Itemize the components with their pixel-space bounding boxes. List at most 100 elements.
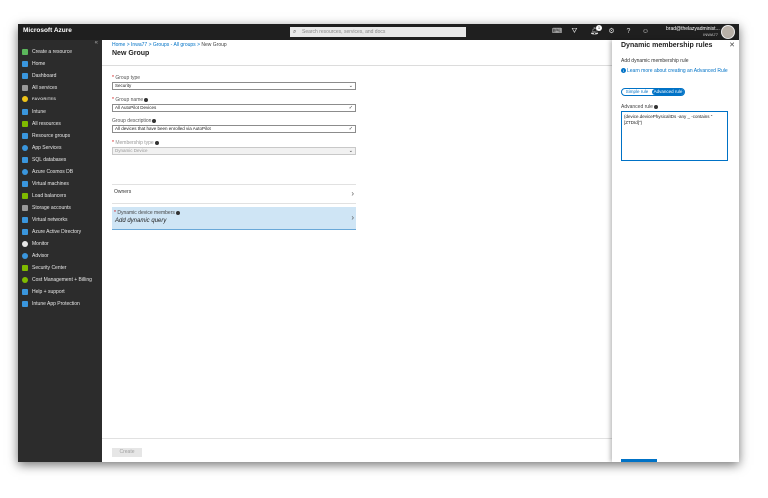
advanced-rule-option[interactable]: Advanced rule [652, 89, 684, 95]
breadcrumb-groups[interactable]: Groups - All groups [153, 42, 196, 48]
membership-type-select: Dynamic Device ⌄ [112, 147, 356, 155]
search-icon: ⌕ [293, 29, 297, 35]
new-group-blade: Home > Inwa77 > Groups - All groups > Ne… [102, 40, 612, 462]
chevron-down-icon: ⌄ [348, 148, 353, 154]
rule-mode-toggle[interactable]: Simple rule Advanced rule [621, 88, 685, 96]
dynamic-members-label: * Dynamic device members [114, 210, 180, 216]
cloud-icon [22, 253, 28, 259]
plus-icon [22, 49, 28, 55]
breadcrumb-tenant[interactable]: Inwa77 [131, 42, 147, 48]
search-placeholder: Search resources, services, and docs [302, 29, 386, 35]
add-query-button[interactable] [621, 459, 657, 462]
coin-icon [22, 277, 28, 283]
simple-rule-option[interactable]: Simple rule [623, 89, 651, 95]
breadcrumb: Home > Inwa77 > Groups - All groups > Ne… [112, 42, 227, 48]
group-name-label: * Group name [112, 97, 149, 103]
sidebar-item-all-resources[interactable]: All resources [18, 118, 102, 130]
help-icon[interactable]: ? [624, 27, 633, 36]
breadcrumb-current: New Group [201, 42, 227, 48]
check-icon: ✓ [348, 105, 353, 111]
info-icon[interactable] [144, 97, 149, 102]
star-icon [22, 96, 28, 102]
sidebar-item-azure-ad[interactable]: Azure Active Directory [18, 226, 102, 238]
panel-subtitle: Add dynamic membership rule [621, 58, 689, 64]
avatar[interactable] [721, 25, 735, 39]
cube-icon [22, 133, 28, 139]
chevron-down-icon: ⌄ [348, 83, 353, 89]
diamond-icon [22, 193, 28, 199]
sidebar-item-security-center[interactable]: Security Center [18, 262, 102, 274]
dynamic-members-row[interactable]: * Dynamic device members Add dynamic que… [112, 207, 356, 230]
learn-more-link[interactable]: i Learn more about creating an Advanced R… [621, 68, 728, 74]
sidebar-item-virtual-networks[interactable]: Virtual networks [18, 214, 102, 226]
panel-title: Dynamic membership rules [621, 42, 713, 49]
gauge-icon [22, 241, 28, 247]
azure-portal-window: Microsoft Azure ⌕ Search resources, serv… [18, 24, 739, 462]
sidebar-favorites-header: FAVORITES [18, 93, 102, 105]
add-dynamic-query-link[interactable]: Add dynamic query [115, 218, 166, 224]
group-description-label: Group description [112, 118, 157, 124]
sidebar-item-home[interactable]: Home [18, 58, 102, 70]
info-icon: i [621, 68, 626, 73]
sidebar-item-intune-app-protection[interactable]: Intune App Protection [18, 298, 102, 310]
sidebar-item-load-balancers[interactable]: Load balancers [18, 190, 102, 202]
feedback-smiley-icon[interactable]: ☺ [641, 27, 650, 36]
page-title: New Group [112, 50, 150, 57]
shield-icon [22, 265, 28, 271]
home-icon [22, 61, 28, 67]
sidebar-item-dashboard[interactable]: Dashboard [18, 70, 102, 82]
sidebar-item-cosmos-db[interactable]: Azure Cosmos DB [18, 166, 102, 178]
intune-icon [22, 109, 28, 115]
person-icon [22, 289, 28, 295]
notification-badge: 1 [596, 25, 602, 31]
settings-gear-icon[interactable]: ⚙ [607, 27, 616, 36]
list-icon [22, 85, 28, 91]
sidebar-item-intune[interactable]: Intune [18, 106, 102, 118]
planet-icon [22, 169, 28, 175]
info-icon[interactable] [175, 210, 180, 215]
global-search-input[interactable]: ⌕ Search resources, services, and docs [290, 27, 466, 37]
close-icon[interactable]: ✕ [729, 41, 735, 49]
database-icon [22, 157, 28, 163]
directory-filter-icon[interactable]: ⛛ [570, 27, 579, 36]
group-description-input[interactable]: All devices that have been enrolled via … [112, 125, 356, 133]
sidebar-item-advisor[interactable]: Advisor [18, 250, 102, 262]
sidebar-item-create-resource[interactable]: Create a resource [18, 46, 102, 58]
chevron-right-icon: › [351, 189, 354, 198]
account-menu[interactable]: brad@thelazyadminist... INWA77 [666, 26, 720, 37]
sidebar-item-resource-groups[interactable]: Resource groups [18, 130, 102, 142]
sidebar-item-cost-management[interactable]: Cost Management + Billing [18, 274, 102, 286]
info-icon[interactable] [653, 104, 658, 109]
advanced-rule-label: Advanced rule [621, 104, 658, 110]
sidebar-item-storage-accounts[interactable]: Storage accounts [18, 202, 102, 214]
group-type-select[interactable]: Security ⌄ [112, 82, 356, 90]
sidebar-item-sql-databases[interactable]: SQL databases [18, 154, 102, 166]
info-icon[interactable] [154, 140, 159, 145]
grid-icon [22, 121, 28, 127]
owners-row[interactable]: Owners › [112, 184, 356, 204]
advanced-rule-textarea[interactable]: (device.devicePhysicalIDs -any _ -contai… [621, 111, 728, 161]
sidebar-item-monitor[interactable]: Monitor [18, 238, 102, 250]
monitor-icon [22, 181, 28, 187]
pyramid-icon [22, 229, 28, 235]
divider [102, 65, 612, 66]
storage-icon [22, 205, 28, 211]
globe-icon [22, 145, 28, 151]
portal-brand[interactable]: Microsoft Azure [23, 27, 72, 34]
check-icon: ✓ [348, 126, 353, 132]
group-name-input[interactable]: All AutoPilot Devices ✓ [112, 104, 356, 112]
sidebar-item-virtual-machines[interactable]: Virtual machines [18, 178, 102, 190]
owners-label: Owners [114, 189, 132, 195]
top-bar: Microsoft Azure ⌕ Search resources, serv… [18, 24, 739, 40]
user-tenant: INWA77 [703, 32, 718, 37]
breadcrumb-home[interactable]: Home [112, 42, 125, 48]
cloud-shell-icon[interactable]: ⌨ [552, 27, 562, 36]
create-button[interactable]: Create [112, 448, 142, 457]
info-icon[interactable] [152, 118, 157, 123]
membership-type-label: * Membership type [112, 140, 159, 146]
group-type-label: * Group type [112, 75, 141, 81]
sidebar: « Create a resource Home Dashboard All s… [18, 40, 102, 462]
sidebar-item-app-services[interactable]: App Services [18, 142, 102, 154]
sidebar-item-help-support[interactable]: Help + support [18, 286, 102, 298]
divider [102, 438, 612, 439]
